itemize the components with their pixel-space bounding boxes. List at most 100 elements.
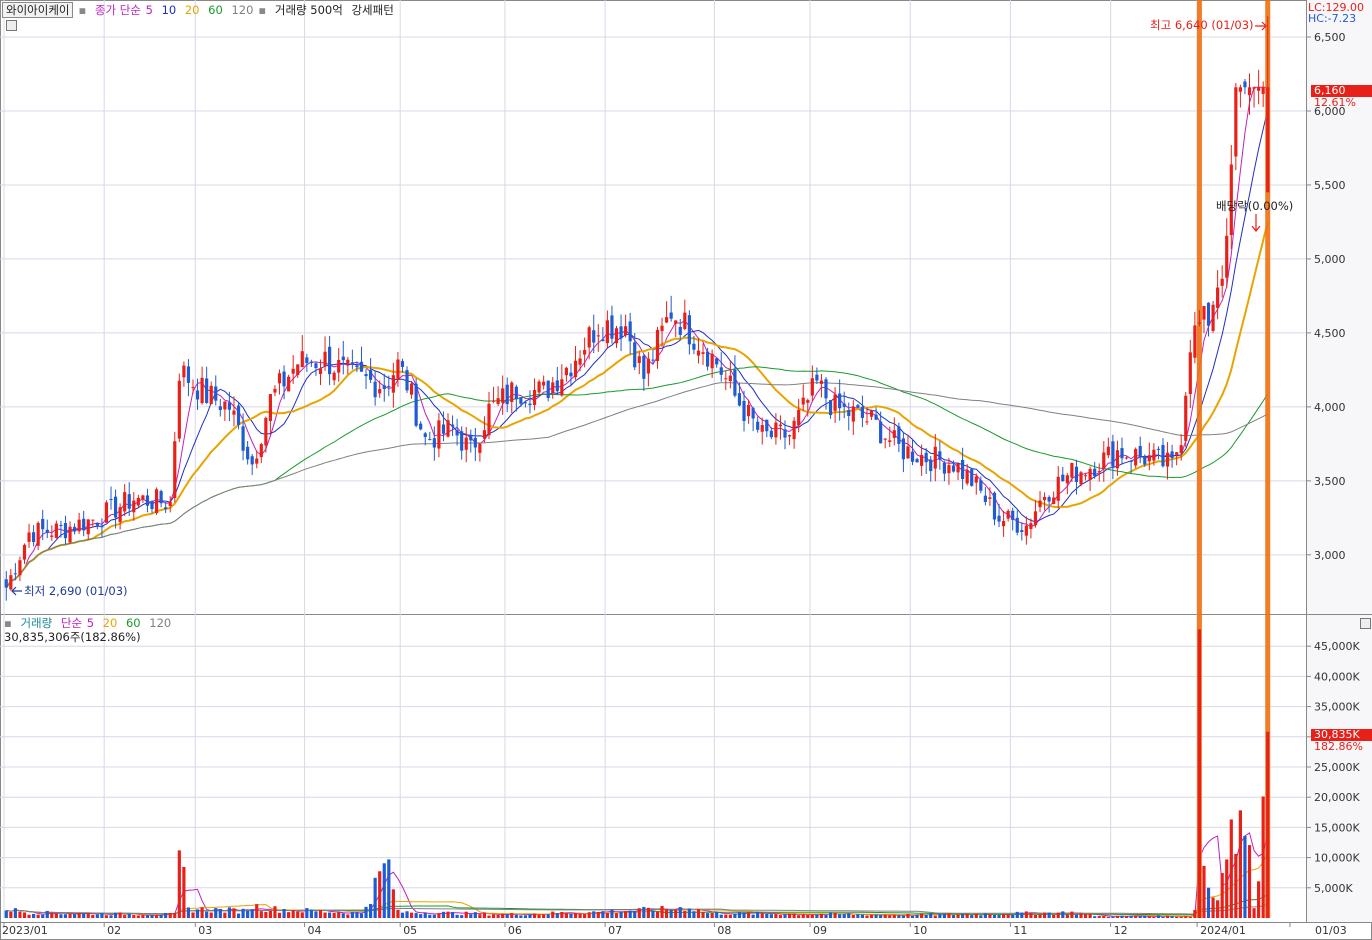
volume-bar: [328, 912, 332, 918]
candle-body: [979, 480, 983, 491]
volume-bar: [1020, 912, 1024, 918]
candle-body: [1247, 87, 1252, 96]
candle-body: [195, 390, 200, 400]
candle-body: [1152, 449, 1156, 461]
candle-body: [1111, 441, 1115, 467]
candle-body: [906, 446, 910, 459]
panel-menu-icon[interactable]: [1360, 618, 1371, 629]
volume-change: 182.86%: [1314, 740, 1363, 753]
candle-body: [1038, 500, 1042, 508]
volume-bar: [1179, 916, 1183, 918]
candle-body: [159, 491, 163, 504]
candle-body: [1015, 517, 1019, 533]
volume-bar: [460, 915, 464, 918]
candle-body: [1088, 468, 1092, 480]
volume-bar: [505, 914, 509, 918]
candle-body: [464, 437, 468, 450]
volume-bar: [177, 850, 181, 918]
stock-name-button[interactable]: 와이아이케이: [2, 2, 74, 18]
volume-bar: [1120, 915, 1124, 918]
volume-bar: [469, 914, 473, 918]
candle-body: [601, 339, 605, 342]
candle-body: [1134, 448, 1138, 466]
volume-bar: [619, 911, 623, 918]
volume-bar: [592, 911, 596, 918]
volume-bar: [1202, 865, 1206, 918]
candle-body: [63, 523, 68, 539]
candle-body: [505, 384, 509, 405]
candle-body: [428, 438, 432, 440]
volume-bar: [1011, 914, 1015, 918]
volume-bar: [551, 911, 555, 918]
table-icon[interactable]: [6, 20, 17, 31]
candle-body: [409, 383, 414, 395]
candle-body: [737, 393, 742, 406]
volume-bar: [1065, 914, 1069, 918]
volume-bar: [154, 915, 159, 918]
volume-bar: [992, 914, 997, 918]
volume-bar: [965, 913, 969, 918]
candle-body: [273, 388, 277, 393]
candle-body: [1266, 87, 1270, 193]
candle-body: [1093, 468, 1097, 477]
volume-bar: [314, 911, 318, 918]
volume-current: 30,835,306주(182.86%): [4, 630, 141, 644]
candle-body: [1206, 302, 1211, 326]
stock-chart[interactable]: 3,0003,5004,0004,5005,0005,5006,0006,500…: [0, 0, 1372, 940]
candle-body: [924, 452, 928, 463]
candle-body: [797, 409, 801, 426]
volume-bar: [282, 909, 286, 918]
volume-bar: [1124, 916, 1129, 918]
candle-body: [1097, 471, 1101, 473]
volume-bar: [1074, 914, 1079, 918]
volume-bar: [542, 914, 546, 918]
volume-bar: [82, 913, 86, 918]
candle-body: [264, 417, 268, 446]
volume-bar: [41, 914, 45, 918]
time-tick-label: 06: [508, 924, 522, 937]
legend-ma5: 5: [145, 3, 153, 17]
candle-body: [355, 365, 359, 368]
volume-bar: [596, 911, 600, 918]
candle-body: [473, 437, 477, 448]
candle-body: [915, 459, 919, 463]
candle-body: [537, 381, 541, 393]
candle-body: [54, 523, 58, 538]
volume-bar: [710, 912, 714, 918]
candle-body: [1188, 352, 1192, 395]
volume-bar: [72, 914, 77, 918]
volume-bar: [45, 910, 49, 918]
volume-bar: [1211, 897, 1215, 918]
candle-body: [992, 492, 997, 520]
candle-body: [523, 402, 528, 404]
candle-body: [1065, 475, 1069, 484]
time-tick-label: 12: [1114, 924, 1128, 937]
candle-body: [382, 385, 386, 390]
candle-body: [414, 383, 418, 426]
volume-bar: [956, 914, 960, 918]
candle-body: [1193, 325, 1197, 358]
volume-bar: [510, 913, 514, 918]
volume-bar: [373, 877, 377, 918]
candle-body: [1138, 445, 1142, 457]
volume-bar: [783, 914, 787, 918]
volume-bar: [979, 915, 983, 918]
volume-bar: [860, 914, 865, 918]
candle-body: [951, 465, 956, 472]
volume-bar: [1243, 835, 1247, 918]
candle-body: [874, 414, 878, 420]
price-tick-label: 6,500: [1314, 31, 1346, 44]
volume-bar: [277, 912, 282, 918]
candle-body: [546, 380, 550, 398]
volume-bar: [838, 914, 842, 918]
candle-body: [368, 370, 373, 380]
volume-bar: [737, 911, 742, 918]
hc-value: HC:-7.23: [1308, 12, 1357, 25]
volume-bar: [1261, 796, 1265, 918]
candle-body: [1056, 476, 1060, 501]
candle-body: [405, 370, 409, 391]
volume-bar: [1252, 908, 1256, 918]
volume-legend-ma-label: 단순: [60, 616, 83, 630]
candle-body: [842, 403, 846, 407]
volume-bar: [441, 911, 446, 918]
